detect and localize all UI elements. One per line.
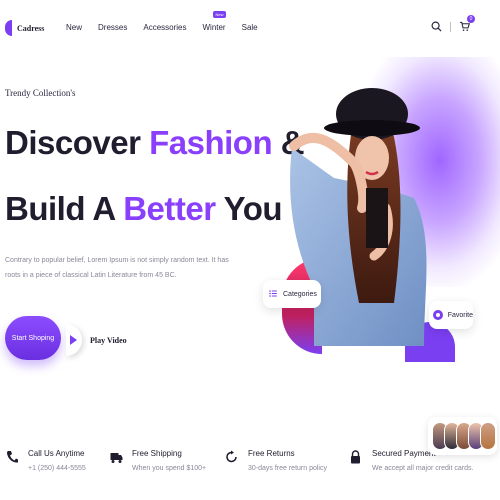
features-bar: Call Us Anytime +1 (250) 444-5555 Free S… xyxy=(0,440,500,485)
hero-headline-line1: Discover Fashion & xyxy=(5,123,305,163)
feature-shipping: Free Shipping When you spend $100+ xyxy=(110,440,206,472)
feature-subtitle: 30-days free return policy xyxy=(248,465,327,472)
nav-item-accessories[interactable]: Accessories xyxy=(143,23,186,32)
main-nav: New Dresses Accessories Winter New Sale xyxy=(66,11,274,32)
hero-description: Contrary to popular belief, Lorem Ipsum … xyxy=(5,257,229,279)
nav-item-sale[interactable]: Sale xyxy=(242,23,258,32)
play-video-button[interactable]: Play Video xyxy=(66,324,127,356)
logo[interactable]: Cadress xyxy=(5,20,44,36)
feature-subtitle: We accept all major credit cards. xyxy=(372,465,474,472)
customer-avatars[interactable] xyxy=(428,417,497,455)
feature-subtitle: +1 (250) 444-5555 xyxy=(28,465,86,472)
nav-item-dresses[interactable]: Dresses xyxy=(98,23,127,32)
feature-title: Free Shipping xyxy=(132,449,182,458)
feature-text: Free Shipping When you spend $100+ xyxy=(132,440,206,472)
feature-text: Free Returns 30-days free return policy xyxy=(248,440,327,472)
truck-icon xyxy=(110,450,124,470)
header: Cadress New Dresses Accessories Winter N… xyxy=(0,0,500,58)
cart-badge: 0 xyxy=(467,15,475,23)
hero-eyebrow: Trendy Collection's xyxy=(5,88,76,98)
feature-subtitle: When you spend $100+ xyxy=(132,465,207,472)
return-icon xyxy=(226,450,240,470)
headline-accent: Better xyxy=(123,190,216,227)
avatar xyxy=(480,422,496,450)
feature-title: Free Returns xyxy=(248,449,295,458)
phone-icon xyxy=(6,450,20,470)
feature-title: Call Us Anytime xyxy=(28,449,85,458)
headline-text: Build A xyxy=(5,190,124,227)
headline-accent: Fashion xyxy=(149,124,273,161)
nav-item-winter[interactable]: Winter New xyxy=(202,11,226,32)
start-shopping-button[interactable]: Start Shoping xyxy=(5,316,61,360)
favorite-label: Favorite xyxy=(447,311,473,319)
hero-headline-line2: Build A Better You xyxy=(5,189,283,229)
header-icons: 0 xyxy=(431,15,475,32)
nav-item-winter-label: Winter xyxy=(202,23,226,32)
play-video-label: Play Video xyxy=(90,335,127,345)
favorite-chip[interactable]: Favorite xyxy=(429,301,473,329)
logo-text: Cadress xyxy=(17,23,45,33)
favorite-icon xyxy=(433,310,443,320)
nav-item-new[interactable]: New xyxy=(66,23,82,32)
lock-icon xyxy=(350,450,364,470)
categories-chip[interactable]: Categories xyxy=(263,280,321,308)
search-icon[interactable] xyxy=(431,21,442,32)
cart-icon[interactable]: 0 xyxy=(459,15,475,32)
feature-call: Call Us Anytime +1 (250) 444-5555 xyxy=(6,440,86,472)
feature-text: Call Us Anytime +1 (250) 444-5555 xyxy=(28,440,86,472)
nav-badge: New xyxy=(213,11,226,18)
categories-label: Categories xyxy=(283,290,317,298)
headline-text: You xyxy=(215,190,283,227)
feature-returns: Free Returns 30-days free return policy xyxy=(226,440,327,472)
header-divider xyxy=(450,21,451,32)
play-icon xyxy=(66,324,82,356)
menu-icon xyxy=(269,289,277,299)
logo-mark-icon xyxy=(5,20,12,36)
headline-text: Discover xyxy=(5,124,150,161)
